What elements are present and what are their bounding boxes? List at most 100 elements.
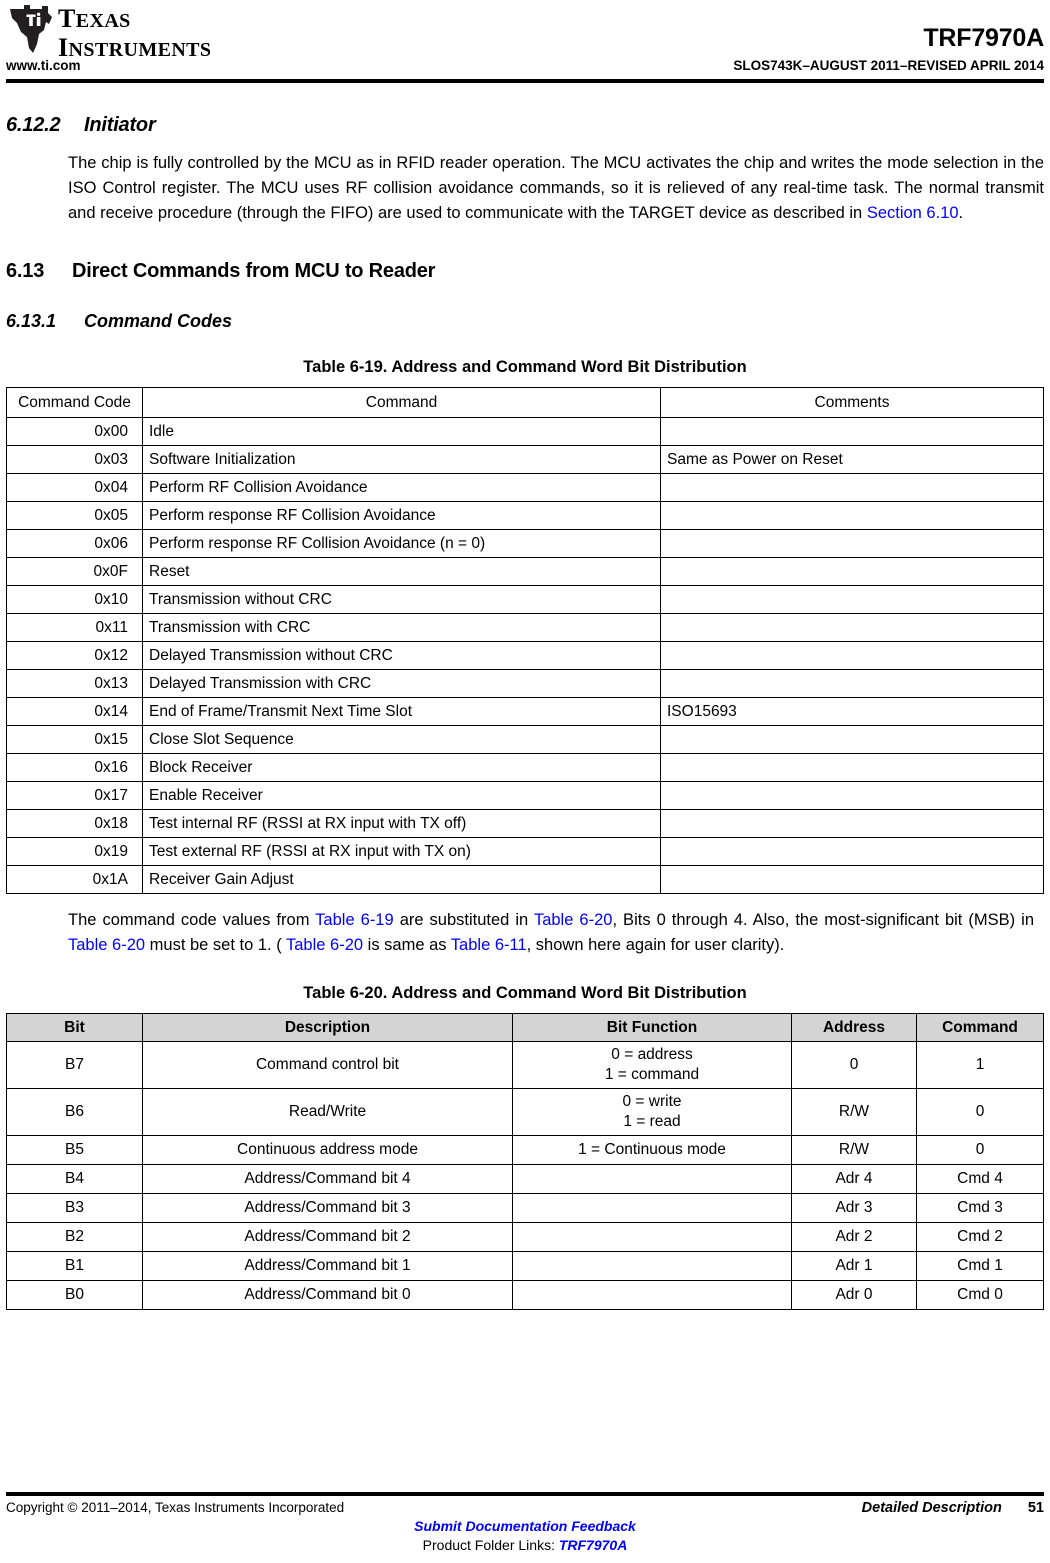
column-header-address: Address (791, 1013, 917, 1042)
cell-command: Transmission with CRC (142, 613, 661, 642)
cell-description: Read/Write (142, 1088, 513, 1136)
logo-text-texas: TEXAS (58, 4, 131, 33)
page-content: 6.12.2 Initiator The chip is fully contro… (0, 114, 1050, 1310)
cell-command: Cmd 0 (916, 1280, 1044, 1310)
table-row: 0x10 Transmission without CRC (6, 585, 1044, 614)
cell-command: Perform response RF Collision Avoidance (142, 501, 661, 530)
table-row: B3 Address/Command bit 3 Adr 3 Cmd 3 (6, 1193, 1044, 1223)
column-header-comments: Comments (660, 387, 1044, 418)
cell-bit-function (512, 1164, 792, 1194)
link-table-6-20-a[interactable]: Table 6-20 (534, 911, 613, 929)
mid-text-1: The command code values from (68, 911, 316, 929)
cell-command-code: 0x13 (6, 669, 143, 698)
cell-command: Test internal RF (RSSI at RX input with … (142, 809, 661, 838)
cell-comments: ISO15693 (660, 697, 1044, 726)
cell-comments (660, 781, 1044, 810)
column-header-bit: Bit (6, 1013, 143, 1042)
cell-bit: B6 (6, 1088, 143, 1136)
cell-command-code: 0x19 (6, 837, 143, 866)
document-id: SLOS743K–AUGUST 2011–REVISED APRIL 2014 (733, 58, 1044, 73)
cell-description: Address/Command bit 4 (142, 1164, 513, 1194)
product-folder-link-trf7970a[interactable]: TRF7970A (559, 1537, 627, 1553)
cell-command: End of Frame/Transmit Next Time Slot (142, 697, 661, 726)
section-heading-6-13-1: 6.13.1 Command Codes (6, 311, 1044, 332)
mid-text-4: must be set to 1. ( (145, 936, 286, 954)
table-row: 0x04 Perform RF Collision Avoidance (6, 473, 1044, 502)
cell-bit: B7 (6, 1041, 143, 1089)
link-table-6-20-c[interactable]: Table 6-20 (286, 936, 363, 954)
cell-command-code: 0x06 (6, 529, 143, 558)
page-footer: Copyright © 2011–2014, Texas Instruments… (0, 1492, 1050, 1563)
cell-address: Adr 3 (791, 1193, 917, 1223)
link-table-6-20-b[interactable]: Table 6-20 (68, 936, 145, 954)
cell-command: Enable Receiver (142, 781, 661, 810)
table-row: B7 Command control bit 0 = address 1 = comm… (6, 1041, 1044, 1089)
table-row: 0x06 Perform response RF Collision Avoida… (6, 529, 1044, 558)
cell-bit: B4 (6, 1164, 143, 1194)
cell-command: Test external RF (RSSI at RX input with … (142, 837, 661, 866)
cell-command: 0 (916, 1135, 1044, 1165)
cell-command: 0 (916, 1088, 1044, 1136)
section-title: Initiator (84, 114, 156, 136)
cell-description: Address/Command bit 2 (142, 1222, 513, 1252)
cell-command: Receiver Gain Adjust (142, 865, 661, 894)
cell-comments (660, 865, 1044, 894)
mid-text-5: is same as (363, 936, 451, 954)
column-header-bit-function: Bit Function (512, 1013, 792, 1042)
cell-bit-function: 0 = address 1 = command (512, 1041, 792, 1089)
product-folder-label: Product Folder Links: (422, 1537, 559, 1553)
copyright-notice: Copyright © 2011–2014, Texas Instruments… (6, 1500, 345, 1515)
cell-bit-function (512, 1222, 792, 1252)
link-section-6-10[interactable]: Section 6.10 (867, 204, 959, 222)
cell-command: Close Slot Sequence (142, 725, 661, 754)
section-number: 6.13.1 (6, 311, 57, 331)
column-header-command: Command (916, 1013, 1044, 1042)
ti-website[interactable]: www.ti.com (6, 58, 81, 73)
table-row: 0x05 Perform response RF Collision Avoida… (6, 501, 1044, 530)
cell-bit: B3 (6, 1193, 143, 1223)
table-row: 0x15 Close Slot Sequence (6, 725, 1044, 754)
table-row: B1 Address/Command bit 1 Adr 1 Cmd 1 (6, 1251, 1044, 1281)
table-620-header-row: Bit Description Bit Function Address Com… (6, 1013, 1044, 1042)
submit-documentation-feedback-link[interactable]: Submit Documentation Feedback (414, 1518, 636, 1534)
table-row: 0x11 Transmission with CRC (6, 613, 1044, 642)
cell-bit: B2 (6, 1222, 143, 1252)
cell-comments (660, 725, 1044, 754)
table-row: B4 Address/Command bit 4 Adr 4 Cmd 4 (6, 1164, 1044, 1194)
header-divider (6, 79, 1044, 83)
cell-address: R/W (791, 1135, 917, 1165)
cell-bit: B0 (6, 1280, 143, 1310)
cell-comments (660, 837, 1044, 866)
cell-comments (660, 501, 1044, 530)
paragraph-command-substitution: The command code values from Table 6-19 … (68, 908, 1034, 958)
paragraph-text-part-2: . (958, 204, 964, 222)
cell-comments (660, 641, 1044, 670)
cell-command-code: 0x00 (6, 417, 143, 446)
paragraph-initiator: The chip is fully controlled by the MCU … (68, 151, 1044, 226)
cell-bit-function (512, 1251, 792, 1281)
table-row: 0x0F Reset (6, 557, 1044, 586)
cell-command: Cmd 4 (916, 1164, 1044, 1194)
table-row: 0x1A Receiver Gain Adjust (6, 865, 1044, 894)
table-row: 0x13 Delayed Transmission with CRC (6, 669, 1044, 698)
page-number: 51 (1027, 1500, 1044, 1516)
table-620-caption: Table 6-20. Address and Command Word Bit… (303, 984, 747, 1002)
cell-bit-function (512, 1280, 792, 1310)
cell-bit-function (512, 1193, 792, 1223)
table-row: 0x19 Test external RF (RSSI at RX input w… (6, 837, 1044, 866)
cell-comments (660, 585, 1044, 614)
section-title: Command Codes (84, 311, 233, 331)
table-row: 0x17 Enable Receiver (6, 781, 1044, 810)
cell-command-code: 0x10 (6, 585, 143, 614)
cell-description: Command control bit (142, 1041, 513, 1089)
link-table-6-11[interactable]: Table 6-11 (451, 936, 527, 954)
table-row: B2 Address/Command bit 2 Adr 2 Cmd 2 (6, 1222, 1044, 1252)
cell-bit: B1 (6, 1251, 143, 1281)
cell-comments (660, 809, 1044, 838)
link-table-6-19[interactable]: Table 6-19 (315, 911, 394, 929)
device-title: TRF7970A (923, 24, 1044, 52)
cell-bit-function: 1 = Continuous mode (512, 1135, 792, 1165)
cell-comments: Same as Power on Reset (660, 445, 1044, 474)
section-number: 6.12.2 (6, 114, 61, 136)
cell-command-code: 0x12 (6, 641, 143, 670)
